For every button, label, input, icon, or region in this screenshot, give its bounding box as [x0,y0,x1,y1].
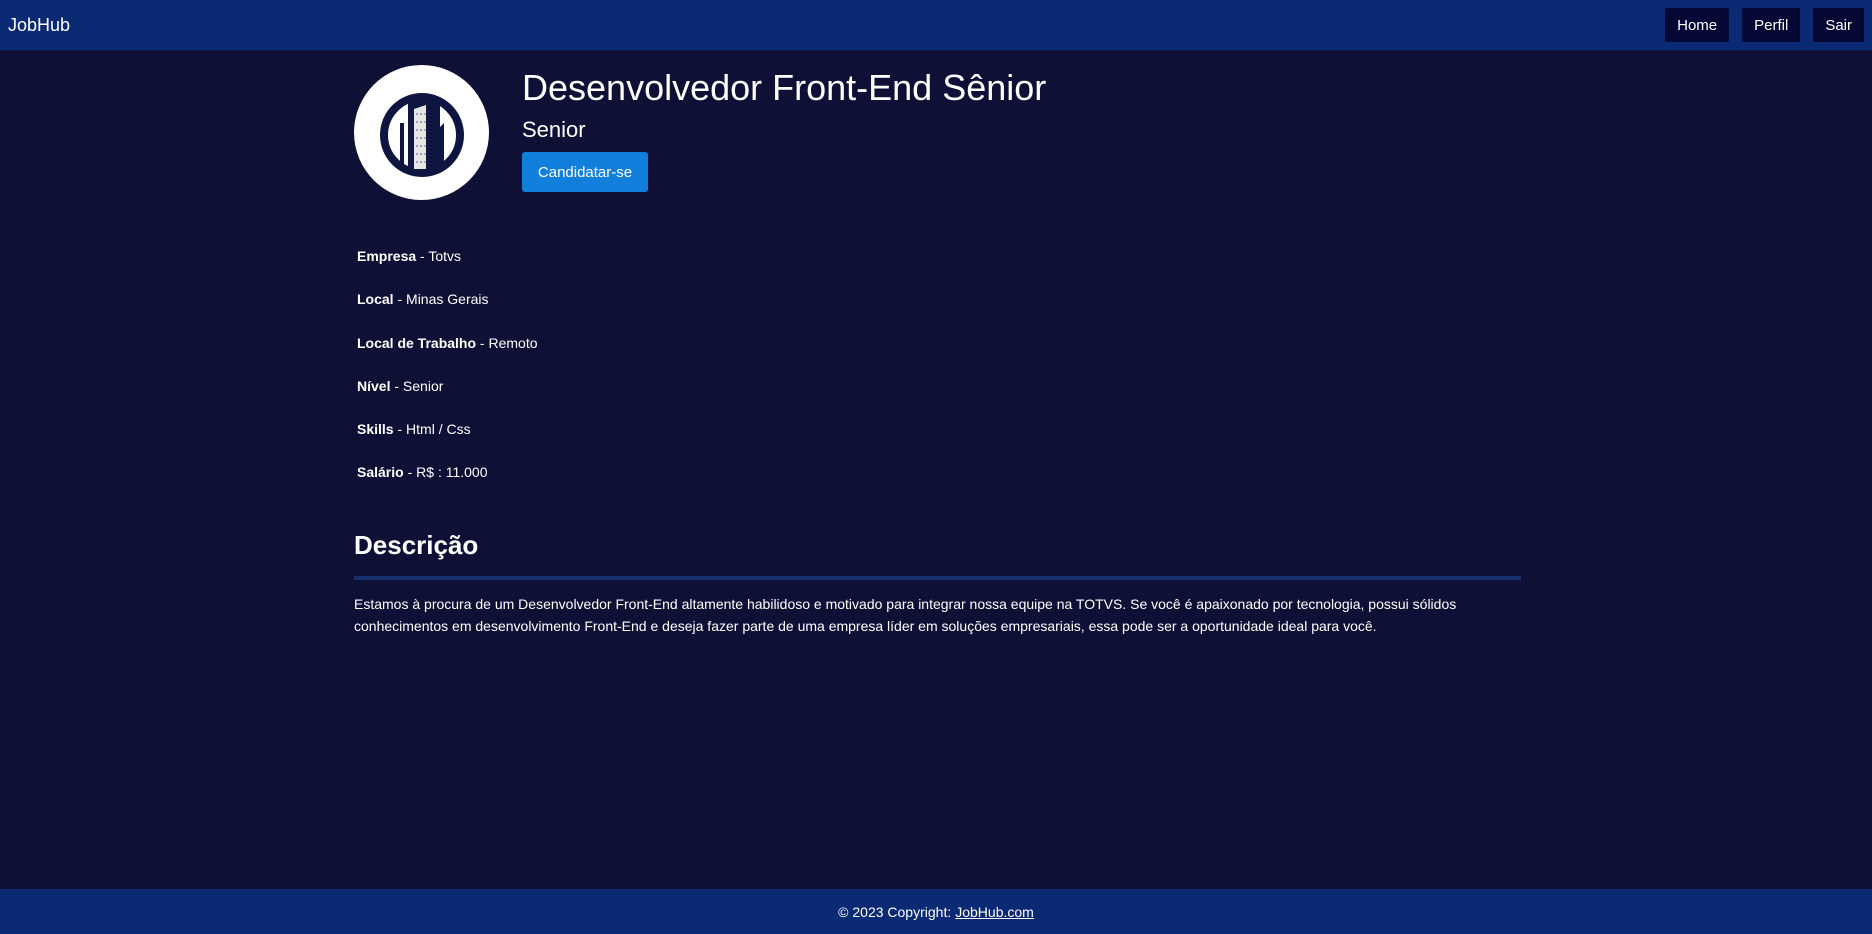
detail-separator: - [393,291,407,308]
detail-label: Local de Trabalho [357,334,477,351]
job-header: Desenvolvedor Front-End Sênior Senior Ca… [354,65,1046,200]
company-logo [354,65,489,200]
detail-label: Local [357,291,394,308]
detail-label: Nível [357,377,391,394]
footer-link[interactable]: JobHub.com [955,904,1034,920]
detail-value: Totvs [428,248,462,264]
footer: © 2023 Copyright: JobHub.com [0,889,1872,934]
navbar: JobHub Home Perfil Sair [0,0,1872,50]
detail-location: Local - Minas Gerais [357,291,538,334]
description-divider [354,576,1521,580]
job-level: Senior [522,117,586,142]
detail-separator: - [403,464,417,481]
detail-value: Remoto [488,334,538,351]
nav-home-button[interactable]: Home [1665,8,1730,42]
footer-copyright: © 2023 Copyright: [838,903,952,920]
job-details: Empresa - Totvs Local - Minas Gerais Loc… [357,248,538,508]
detail-separator: - [393,421,407,438]
detail-value: R$ : 11.000 [416,464,488,481]
detail-separator: - [390,377,403,394]
description-heading: Descrição [354,530,479,560]
detail-separator: - [416,248,429,264]
detail-skills: Skills - Html / Css [357,421,538,464]
detail-value: Senior [402,377,444,394]
detail-value: Html / Css [406,421,471,438]
job-header-text: Desenvolvedor Front-End Sênior Senior Ca… [522,65,1046,200]
detail-separator: - [476,334,489,351]
nav-profile-button[interactable]: Perfil [1742,8,1801,42]
detail-level: Nível - Senior [357,378,538,421]
apply-button[interactable]: Candidatar-se [522,152,648,192]
detail-salary: Salário - R$ : 11.000 [357,464,538,507]
nav-logout-button[interactable]: Sair [1813,8,1864,42]
job-title: Desenvolvedor Front-End Sênior [522,67,1047,108]
building-icon [379,92,464,177]
detail-label: Salário [357,464,404,481]
nav-links: Home Perfil Sair [1665,8,1864,42]
detail-label: Skills [357,421,394,438]
detail-company: Empresa - Totvs [357,248,538,291]
detail-label: Empresa [357,248,417,264]
detail-workplace: Local de Trabalho - Remoto [357,335,538,378]
brand-link[interactable]: JobHub [8,15,70,36]
description-text: Estamos à procura de um Desenvolvedor Fr… [354,596,1457,634]
detail-value: Minas Gerais [406,291,489,308]
